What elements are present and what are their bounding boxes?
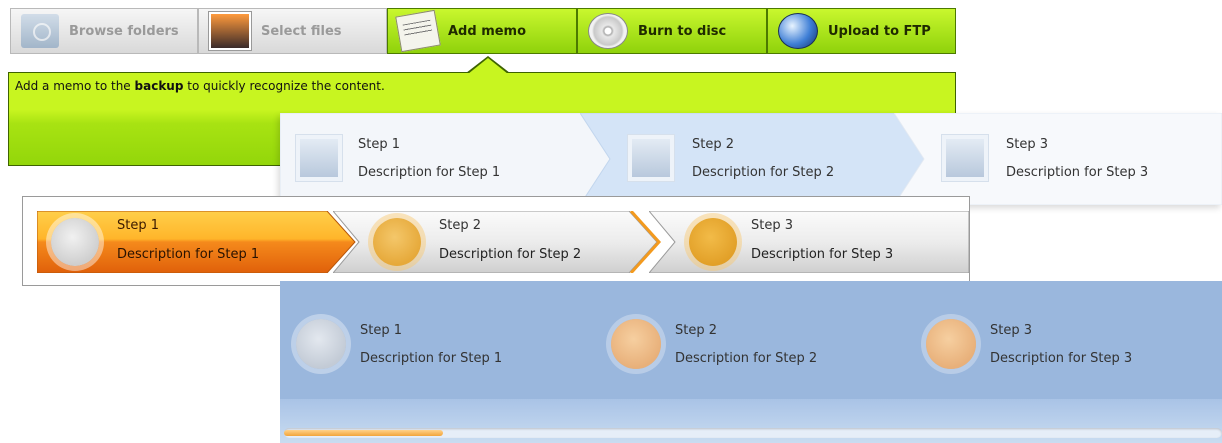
- step-title: Step 3: [990, 323, 1033, 338]
- wizard-blue-panel: Step 1 Description for Step 1 Step 2 Des…: [280, 281, 1222, 443]
- wizard-b-step-2[interactable]: Step 2 Description for Step 2: [333, 211, 663, 273]
- progress-fill: [284, 430, 443, 436]
- wizard-orange: Step 1 Description for Step 1 Step 2 Des…: [22, 196, 970, 286]
- memo-text-bold: backup: [134, 79, 184, 93]
- step-title: Step 1: [117, 218, 160, 233]
- upload-to-ftp-button[interactable]: Upload to FTP: [767, 8, 956, 54]
- memo-text-part: to quickly recognize the content.: [183, 79, 385, 93]
- browse-folders-button[interactable]: Browse folders: [10, 8, 198, 54]
- step-title: Step 1: [358, 137, 401, 152]
- folder-icon: [21, 14, 59, 48]
- step-description: Description for Step 3: [990, 351, 1133, 366]
- step-1-icon: [296, 319, 346, 369]
- globe-icon: [778, 13, 818, 49]
- wizard-c-step-1[interactable]: Step 1 Description for Step 1: [296, 317, 606, 377]
- burn-to-disc-button[interactable]: Burn to disc: [577, 8, 767, 54]
- step-description: Description for Step 3: [751, 247, 894, 262]
- step-description: Description for Step 2: [692, 165, 835, 180]
- step-description: Description for Step 2: [675, 351, 818, 366]
- step-description: Description for Step 1: [360, 351, 503, 366]
- step-2-icon: [373, 218, 421, 266]
- wizard-b-step-1[interactable]: Step 1 Description for Step 1: [37, 211, 357, 273]
- memo-text: Add a memo to the backup to quickly reco…: [15, 79, 385, 93]
- step-1-icon: [51, 218, 99, 266]
- wizard-a-step-3[interactable]: Step 3 Description for Step 3: [894, 113, 1222, 205]
- step-title: Step 2: [675, 323, 718, 338]
- step-title: Step 1: [360, 323, 403, 338]
- toolbar: Browse folders Select files Add memo Bur…: [10, 8, 956, 56]
- step-title: Step 3: [751, 218, 794, 233]
- memo-text-part: Add a memo to the: [15, 79, 135, 93]
- step-2-icon: [628, 135, 674, 181]
- browse-folders-label: Browse folders: [69, 23, 179, 39]
- select-files-label: Select files: [261, 23, 342, 39]
- add-memo-label: Add memo: [448, 23, 527, 39]
- step-description: Description for Step 3: [1006, 165, 1149, 180]
- wizard-a-step-2[interactable]: Step 2 Description for Step 2: [580, 113, 924, 205]
- wizard-a-step-1[interactable]: Step 1 Description for Step 1: [280, 113, 610, 205]
- progress-bar: [284, 428, 1222, 438]
- step-1-icon: [296, 135, 342, 181]
- step-2-icon: [611, 319, 661, 369]
- step-description: Description for Step 1: [358, 165, 501, 180]
- disc-icon: [588, 13, 628, 49]
- upload-to-ftp-label: Upload to FTP: [828, 23, 931, 39]
- step-3-icon: [926, 319, 976, 369]
- photos-icon: [209, 12, 251, 50]
- step-title: Step 2: [439, 218, 482, 233]
- step-title: Step 3: [1006, 137, 1049, 152]
- wizard-c-step-2[interactable]: Step 2 Description for Step 2: [611, 317, 921, 377]
- step-title: Step 2: [692, 137, 735, 152]
- burn-to-disc-label: Burn to disc: [638, 23, 727, 39]
- step-3-icon: [942, 135, 988, 181]
- wizard-b-step-3[interactable]: Step 3 Description for Step 3: [649, 211, 971, 273]
- select-files-button[interactable]: Select files: [198, 8, 387, 54]
- add-memo-button[interactable]: Add memo: [387, 8, 577, 54]
- memo-callout-pointer-fill: [468, 58, 508, 74]
- step-3-icon: [689, 218, 737, 266]
- memo-icon: [395, 9, 441, 53]
- wizard-light-blue: Step 1 Description for Step 1 Step 2 Des…: [280, 113, 1222, 205]
- step-description: Description for Step 1: [117, 247, 260, 262]
- wizard-c-step-3[interactable]: Step 3 Description for Step 3: [926, 317, 1222, 377]
- step-description: Description for Step 2: [439, 247, 582, 262]
